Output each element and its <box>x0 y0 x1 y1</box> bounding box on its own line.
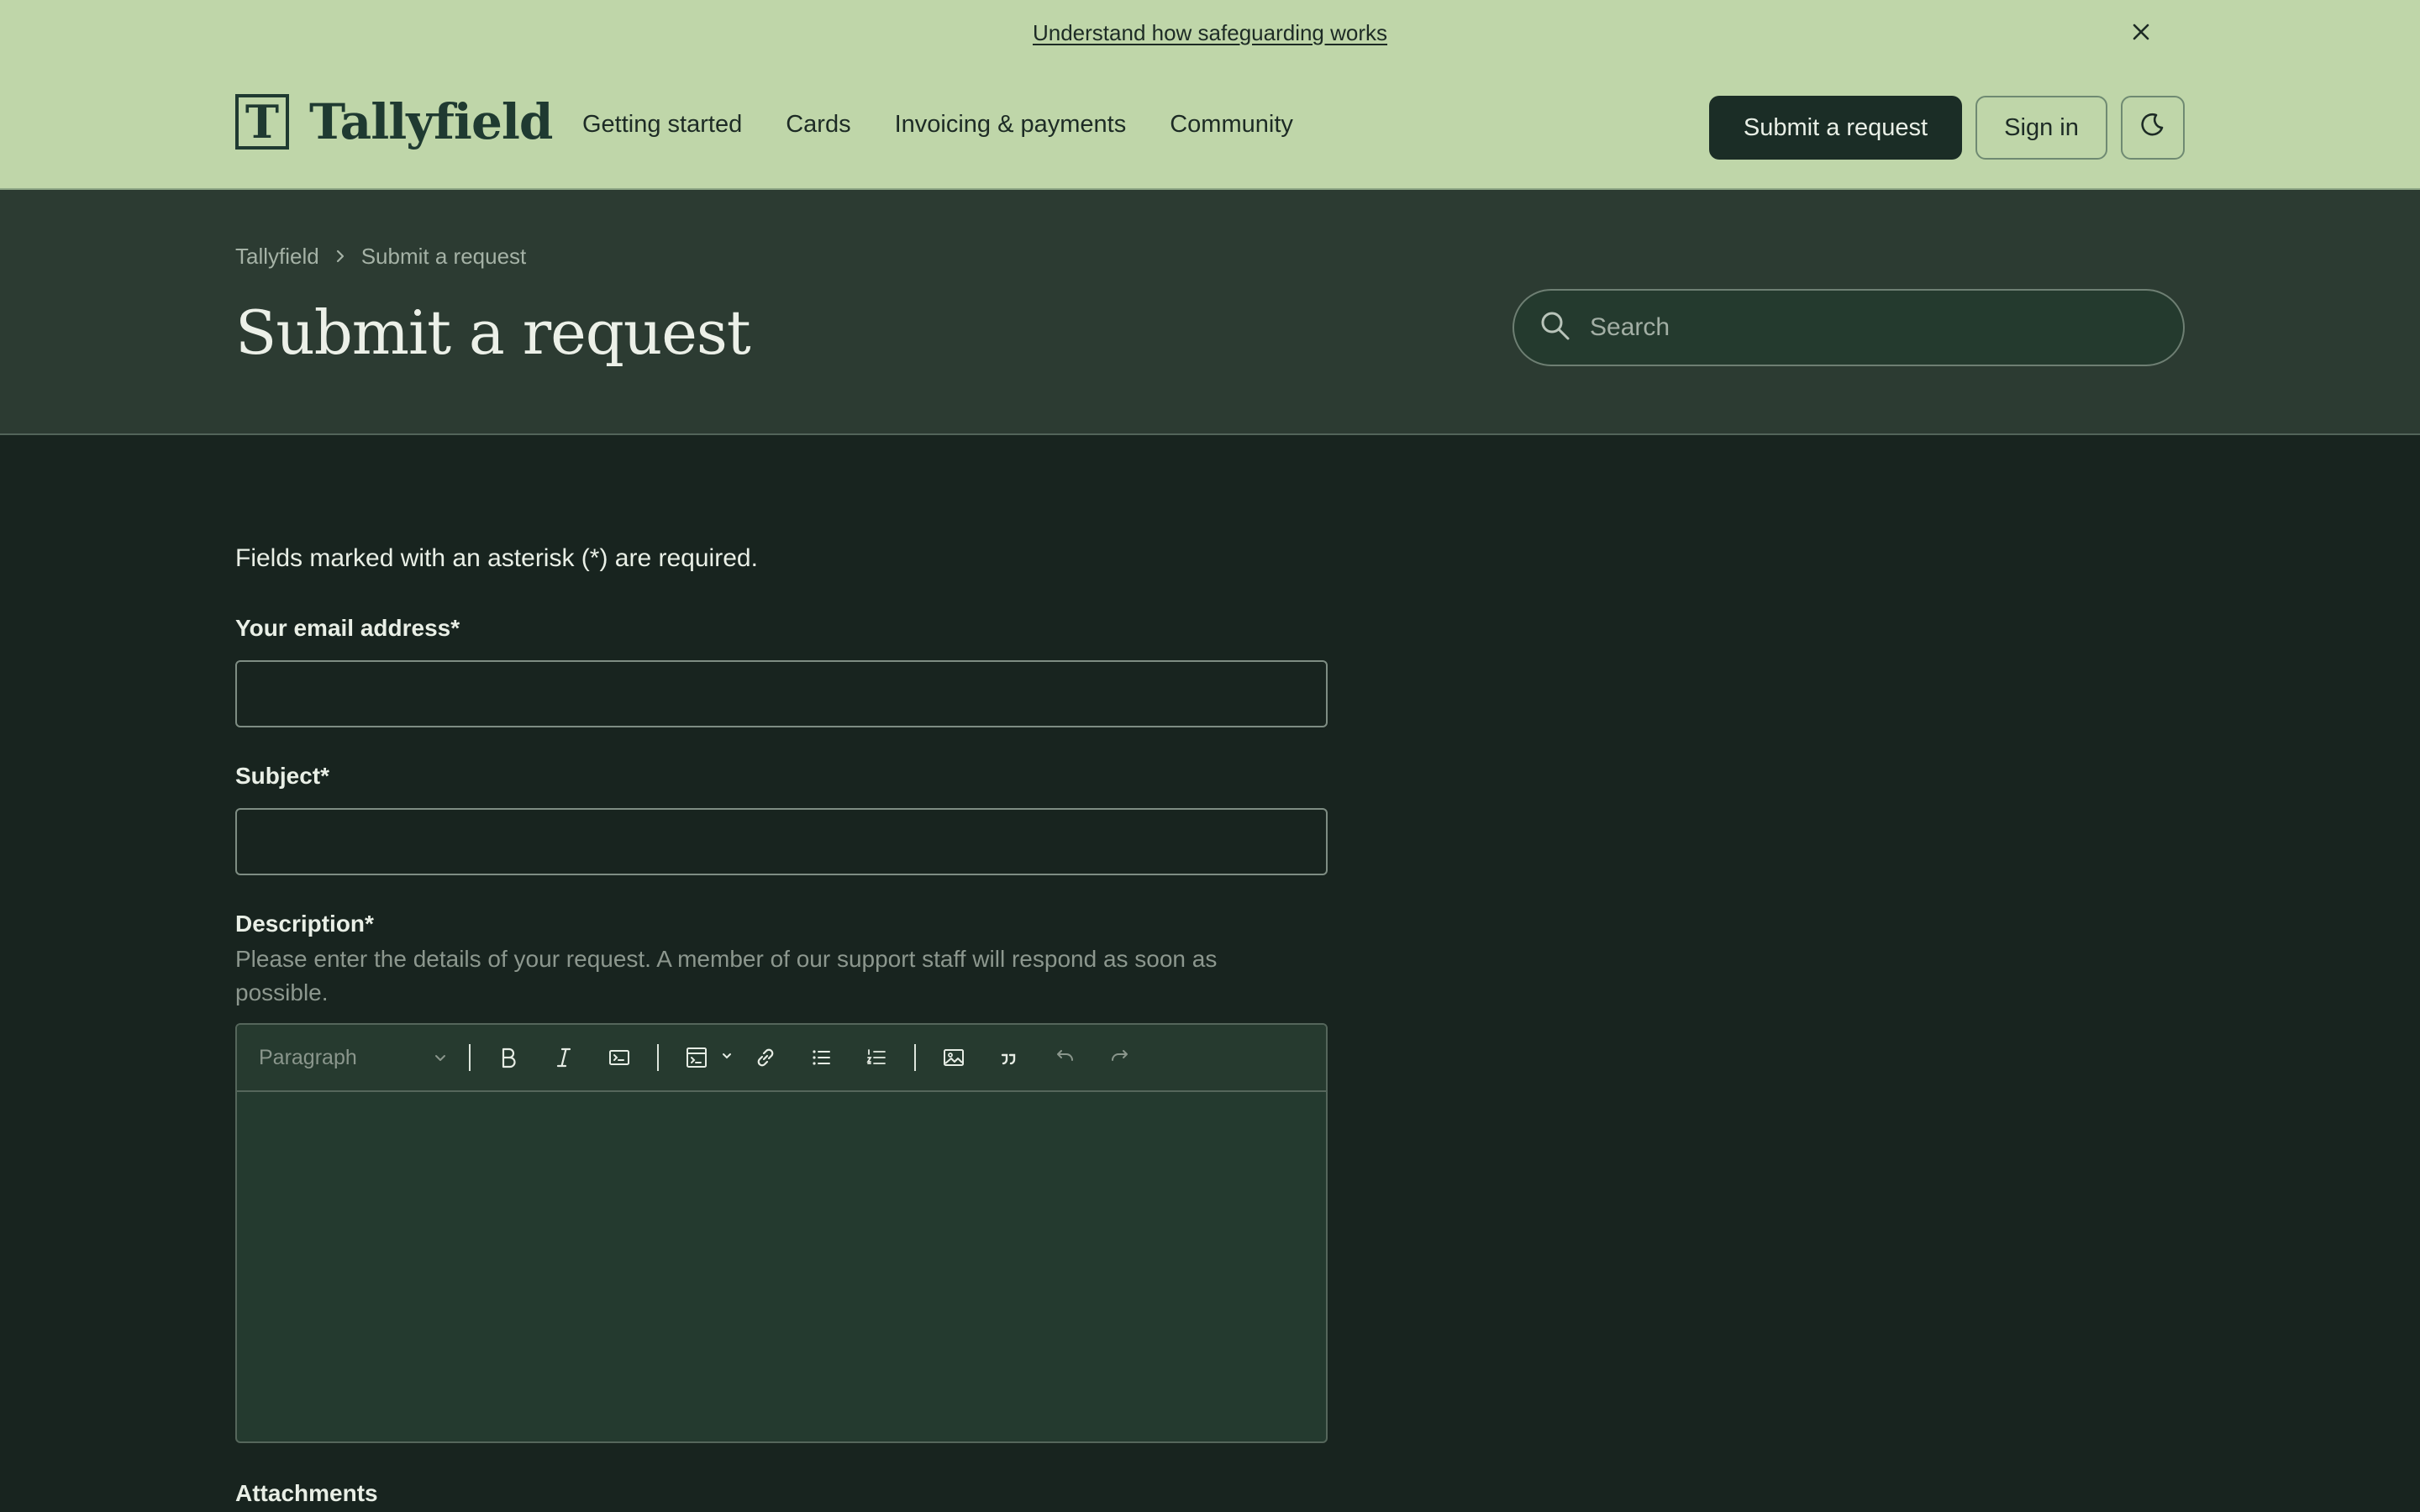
code-block-dropdown[interactable] <box>669 1035 738 1080</box>
breadcrumb-current: Submit a request <box>360 244 527 269</box>
announcement-bar: Understand how safeguarding works <box>0 20 2420 46</box>
close-icon[interactable] <box>2126 17 2156 47</box>
bulleted-list-icon[interactable] <box>798 1035 844 1080</box>
required-fields-note: Fields marked with an asterisk (*) are r… <box>235 544 758 572</box>
redo-icon[interactable] <box>1097 1035 1143 1080</box>
page-hero: Tallyfield Submit a request Submit a req… <box>0 190 2420 435</box>
nav-getting-started[interactable]: Getting started <box>582 111 742 139</box>
theme-toggle-button[interactable] <box>2121 96 2185 160</box>
toolbar-divider <box>657 1044 659 1071</box>
description-label: Description* <box>235 911 374 937</box>
bold-icon[interactable] <box>486 1035 531 1080</box>
editor-toolbar: Paragraph <box>237 1025 1326 1092</box>
attachments-label: Attachments <box>235 1480 378 1506</box>
image-icon[interactable] <box>931 1035 976 1080</box>
blockquote-icon[interactable] <box>986 1035 1032 1080</box>
search-icon <box>1539 310 1571 346</box>
search-input[interactable] <box>1590 313 2161 342</box>
toolbar-divider <box>914 1044 916 1071</box>
page-title: Submit a request <box>235 297 751 368</box>
submit-request-button[interactable]: Submit a request <box>1709 96 1962 160</box>
search-box <box>1512 289 2185 366</box>
breadcrumb: Tallyfield Submit a request <box>235 244 526 270</box>
breadcrumb-home[interactable]: Tallyfield <box>235 244 319 270</box>
description-editor: Paragraph <box>235 1023 1328 1443</box>
site-logo[interactable]: T Tallyfield <box>235 93 553 150</box>
moon-icon <box>2139 111 2166 144</box>
logo-mark: T <box>235 94 289 150</box>
link-icon[interactable] <box>743 1035 788 1080</box>
inline-code-icon[interactable] <box>597 1035 642 1080</box>
nav-invoicing-payments[interactable]: Invoicing & payments <box>895 111 1127 139</box>
nav-cards[interactable]: Cards <box>786 111 850 139</box>
email-field[interactable] <box>235 660 1328 727</box>
italic-icon[interactable] <box>541 1035 587 1080</box>
chevron-right-icon <box>333 244 348 270</box>
editor-content-area[interactable] <box>237 1092 1326 1441</box>
logo-text: Tallyfield <box>309 93 553 150</box>
nav-community[interactable]: Community <box>1170 111 1293 139</box>
site-header: Understand how safeguarding works T Tall… <box>0 0 2420 190</box>
code-block-icon[interactable] <box>674 1035 719 1080</box>
chevron-down-icon <box>434 1046 447 1070</box>
sign-in-button[interactable]: Sign in <box>1975 96 2107 160</box>
chevron-down-icon <box>721 1050 733 1066</box>
main-nav: Getting started Cards Invoicing & paymen… <box>582 111 1293 139</box>
subject-label: Subject* <box>235 763 330 789</box>
description-hint: Please enter the details of your request… <box>235 946 1218 1005</box>
format-select-label: Paragraph <box>259 1045 357 1069</box>
announcement-link[interactable]: Understand how safeguarding works <box>1033 20 1387 45</box>
subject-field[interactable] <box>235 808 1328 875</box>
email-label: Your email address* <box>235 615 460 641</box>
paragraph-format-select[interactable]: Paragraph <box>259 1046 459 1070</box>
toolbar-divider <box>469 1044 471 1071</box>
numbered-list-icon[interactable] <box>854 1035 899 1080</box>
undo-icon[interactable] <box>1042 1035 1087 1080</box>
